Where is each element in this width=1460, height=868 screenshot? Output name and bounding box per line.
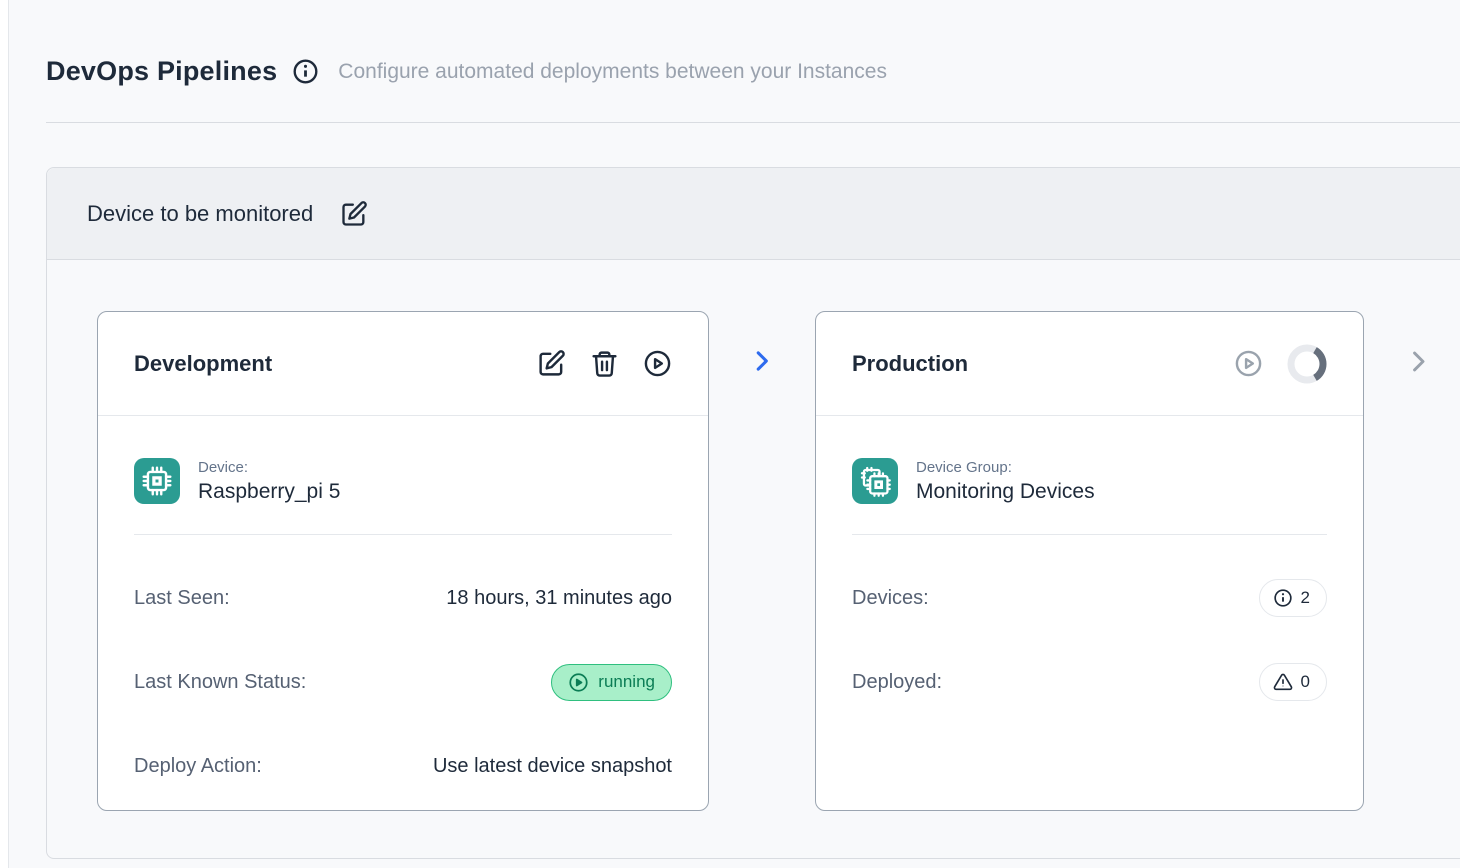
devices-row: Devices: 2 <box>852 577 1327 619</box>
device-group-label: Device Group: <box>916 459 1095 476</box>
page-header: DevOps Pipelines Configure automated dep… <box>46 56 887 87</box>
chevron-right-icon[interactable] <box>1405 348 1432 375</box>
spinner-icon <box>1287 344 1327 384</box>
pipeline-name: Device to be monitored <box>87 201 313 227</box>
stage-title: Development <box>134 351 272 377</box>
deployed-label: Deployed: <box>852 671 942 694</box>
main-content: DevOps Pipelines Configure automated dep… <box>8 0 1460 868</box>
production-card-header: Production <box>816 312 1363 416</box>
deployed-count: 0 <box>1301 672 1310 692</box>
device-name: Raspberry_pi 5 <box>198 480 340 504</box>
development-actions <box>537 349 672 378</box>
stage-card-development: Development <box>97 311 709 811</box>
deploy-action-row: Deploy Action: Use latest device snapsho… <box>134 745 672 787</box>
devices-count: 2 <box>1301 588 1310 608</box>
devices-label: Devices: <box>852 587 929 610</box>
status-badge-label: running <box>598 672 655 692</box>
last-seen-label: Last Seen: <box>134 587 230 610</box>
stage-title: Production <box>852 351 968 377</box>
info-icon[interactable] <box>292 58 319 85</box>
last-seen-value: 18 hours, 31 minutes ago <box>446 587 672 610</box>
card-divider <box>852 534 1327 535</box>
page-subtitle: Configure automated deployments between … <box>338 60 887 84</box>
chip-group-icon <box>852 458 898 504</box>
pipeline-panel: Device to be monitored Development <box>46 167 1460 859</box>
deployed-count-badge[interactable]: 0 <box>1259 663 1327 701</box>
devices-count-badge[interactable]: 2 <box>1259 579 1327 617</box>
stage-card-production: Production <box>815 311 1364 811</box>
deploy-action-label: Deploy Action: <box>134 755 262 778</box>
page-title: DevOps Pipelines <box>46 56 277 87</box>
chevron-right-icon <box>709 348 815 374</box>
status-row: Last Known Status: running <box>134 661 672 703</box>
deploy-action-value: Use latest device snapshot <box>433 755 672 778</box>
device-group-row: Device Group: Monitoring Devices <box>852 458 1327 504</box>
status-badge: running <box>551 664 672 701</box>
header-divider <box>46 122 1460 123</box>
chip-icon <box>134 458 180 504</box>
last-seen-row: Last Seen: 18 hours, 31 minutes ago <box>134 577 672 619</box>
production-card-body: Device Group: Monitoring Devices Devices… <box>816 416 1363 703</box>
edit-icon[interactable] <box>340 200 368 228</box>
play-circle-icon[interactable] <box>1234 349 1263 378</box>
card-divider <box>134 534 672 535</box>
warning-triangle-icon <box>1273 672 1293 692</box>
trash-icon[interactable] <box>590 349 619 378</box>
play-circle-icon <box>568 672 589 693</box>
pipeline-panel-header: Device to be monitored <box>47 168 1460 260</box>
pipeline-stages: Development <box>47 260 1460 811</box>
deployed-row: Deployed: 0 <box>852 661 1327 703</box>
development-card-header: Development <box>98 312 708 416</box>
device-row: Device: Raspberry_pi 5 <box>134 458 672 504</box>
play-circle-icon[interactable] <box>643 349 672 378</box>
production-actions <box>1234 344 1327 384</box>
info-circle-icon <box>1273 588 1293 608</box>
device-label: Device: <box>198 459 340 476</box>
device-group-name: Monitoring Devices <box>916 480 1095 504</box>
status-label: Last Known Status: <box>134 671 306 694</box>
development-card-body: Device: Raspberry_pi 5 Last Seen: 18 hou… <box>98 416 708 787</box>
edit-icon[interactable] <box>537 349 566 378</box>
